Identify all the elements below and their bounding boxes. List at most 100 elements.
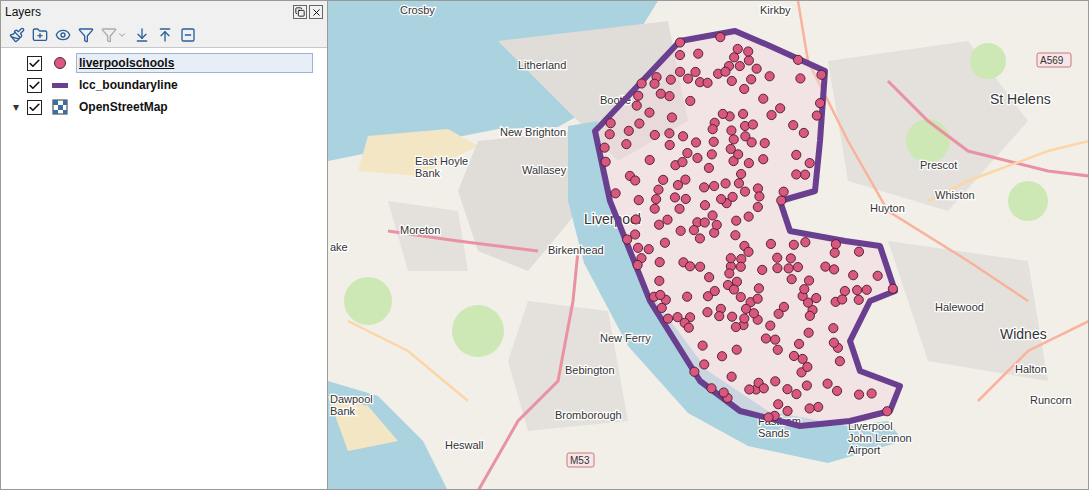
school-pin[interactable] bbox=[726, 254, 735, 263]
school-pin[interactable] bbox=[745, 385, 754, 394]
school-pin[interactable] bbox=[758, 265, 767, 274]
school-pin[interactable] bbox=[829, 265, 838, 274]
school-pin[interactable] bbox=[600, 143, 609, 152]
school-pin[interactable] bbox=[666, 75, 675, 84]
school-pin[interactable] bbox=[601, 157, 610, 166]
school-pin[interactable] bbox=[764, 413, 773, 422]
school-pin[interactable] bbox=[718, 109, 727, 118]
school-pin[interactable] bbox=[740, 187, 749, 196]
school-pin[interactable] bbox=[789, 351, 798, 360]
school-pin[interactable] bbox=[729, 285, 738, 294]
school-pin[interactable] bbox=[804, 276, 813, 285]
school-pin[interactable] bbox=[800, 285, 809, 294]
school-pin[interactable] bbox=[727, 372, 736, 381]
school-pin[interactable] bbox=[683, 148, 692, 157]
school-pin[interactable] bbox=[656, 89, 665, 98]
map-canvas[interactable]: CrosbyKirkbyLitherlandBootleNew Brighton… bbox=[328, 1, 1088, 489]
school-pin[interactable] bbox=[814, 402, 823, 411]
school-pin[interactable] bbox=[773, 264, 782, 273]
school-pin[interactable] bbox=[685, 262, 694, 271]
school-pin[interactable] bbox=[766, 239, 775, 248]
school-pin[interactable] bbox=[656, 290, 665, 299]
layer-name[interactable]: OpenStreetMap bbox=[76, 98, 171, 116]
school-pin[interactable] bbox=[815, 99, 824, 108]
school-pin[interactable] bbox=[744, 47, 753, 56]
school-pin[interactable] bbox=[632, 101, 641, 110]
school-pin[interactable] bbox=[657, 303, 666, 312]
school-pin[interactable] bbox=[660, 238, 669, 247]
expand-toggle[interactable]: ▾ bbox=[5, 98, 27, 116]
school-pin[interactable] bbox=[736, 292, 745, 301]
school-pin[interactable] bbox=[792, 390, 801, 399]
school-pin[interactable] bbox=[665, 140, 674, 149]
school-pin[interactable] bbox=[708, 125, 717, 134]
school-pin[interactable] bbox=[883, 407, 892, 416]
toolbar-button[interactable] bbox=[180, 27, 196, 43]
school-pin[interactable] bbox=[888, 284, 897, 293]
school-pin[interactable] bbox=[767, 110, 776, 119]
school-pin[interactable] bbox=[675, 204, 684, 213]
school-pin[interactable] bbox=[779, 302, 788, 311]
school-pin[interactable] bbox=[792, 150, 801, 159]
school-pin[interactable] bbox=[730, 53, 739, 62]
school-pin[interactable] bbox=[705, 273, 714, 282]
school-pin[interactable] bbox=[704, 163, 713, 172]
toolbar-button[interactable] bbox=[55, 27, 71, 43]
school-pin[interactable] bbox=[703, 308, 712, 317]
school-pin[interactable] bbox=[611, 189, 620, 198]
school-pin[interactable] bbox=[799, 128, 808, 137]
school-pin[interactable] bbox=[694, 49, 703, 58]
school-pin[interactable] bbox=[731, 322, 740, 331]
school-pin[interactable] bbox=[766, 321, 775, 330]
school-pin[interactable] bbox=[633, 260, 642, 269]
school-pin[interactable] bbox=[712, 220, 721, 229]
school-pin[interactable] bbox=[854, 390, 863, 399]
school-pin[interactable] bbox=[605, 130, 614, 139]
school-pin[interactable] bbox=[829, 338, 838, 347]
school-pin[interactable] bbox=[684, 323, 693, 332]
school-pin[interactable] bbox=[665, 129, 674, 138]
school-pin[interactable] bbox=[654, 220, 663, 229]
school-pin[interactable] bbox=[776, 104, 785, 113]
school-pin[interactable] bbox=[740, 314, 749, 323]
school-pin[interactable] bbox=[665, 92, 674, 101]
school-pin[interactable] bbox=[652, 195, 661, 204]
school-pin[interactable] bbox=[606, 119, 615, 128]
toolbar-button[interactable] bbox=[157, 27, 173, 43]
school-pin[interactable] bbox=[777, 196, 786, 205]
panel-title-bar[interactable]: Layers bbox=[1, 1, 327, 23]
layer-checkbox[interactable] bbox=[27, 100, 42, 115]
school-pin[interactable] bbox=[683, 292, 692, 301]
school-pin[interactable] bbox=[716, 33, 725, 42]
school-pin[interactable] bbox=[715, 312, 724, 321]
school-pin[interactable] bbox=[760, 139, 769, 148]
school-pin[interactable] bbox=[748, 120, 757, 129]
school-pin[interactable] bbox=[805, 159, 814, 168]
school-pin[interactable] bbox=[744, 247, 753, 256]
school-pin[interactable] bbox=[700, 218, 709, 227]
school-pin[interactable] bbox=[786, 254, 795, 263]
school-pin[interactable] bbox=[683, 74, 692, 83]
school-pin[interactable] bbox=[804, 328, 813, 337]
school-pin[interactable] bbox=[708, 211, 717, 220]
school-pin[interactable] bbox=[854, 295, 863, 304]
school-pin[interactable] bbox=[696, 262, 705, 271]
school-pin[interactable] bbox=[832, 386, 841, 395]
school-pin[interactable] bbox=[761, 334, 770, 343]
school-pin[interactable] bbox=[690, 367, 699, 376]
float-button[interactable] bbox=[293, 5, 307, 19]
school-pin[interactable] bbox=[691, 67, 700, 76]
school-pin[interactable] bbox=[805, 311, 814, 320]
school-pin[interactable] bbox=[650, 79, 659, 88]
school-pin[interactable] bbox=[805, 404, 814, 413]
school-pin[interactable] bbox=[727, 76, 736, 85]
school-pin[interactable] bbox=[849, 271, 858, 280]
school-pin[interactable] bbox=[676, 226, 685, 235]
school-pin[interactable] bbox=[707, 384, 716, 393]
school-pin[interactable] bbox=[717, 194, 726, 203]
school-pin[interactable] bbox=[774, 400, 783, 409]
school-pin[interactable] bbox=[710, 181, 719, 190]
school-pin[interactable] bbox=[747, 75, 756, 84]
school-pin[interactable] bbox=[740, 84, 749, 93]
school-pin[interactable] bbox=[840, 286, 849, 295]
